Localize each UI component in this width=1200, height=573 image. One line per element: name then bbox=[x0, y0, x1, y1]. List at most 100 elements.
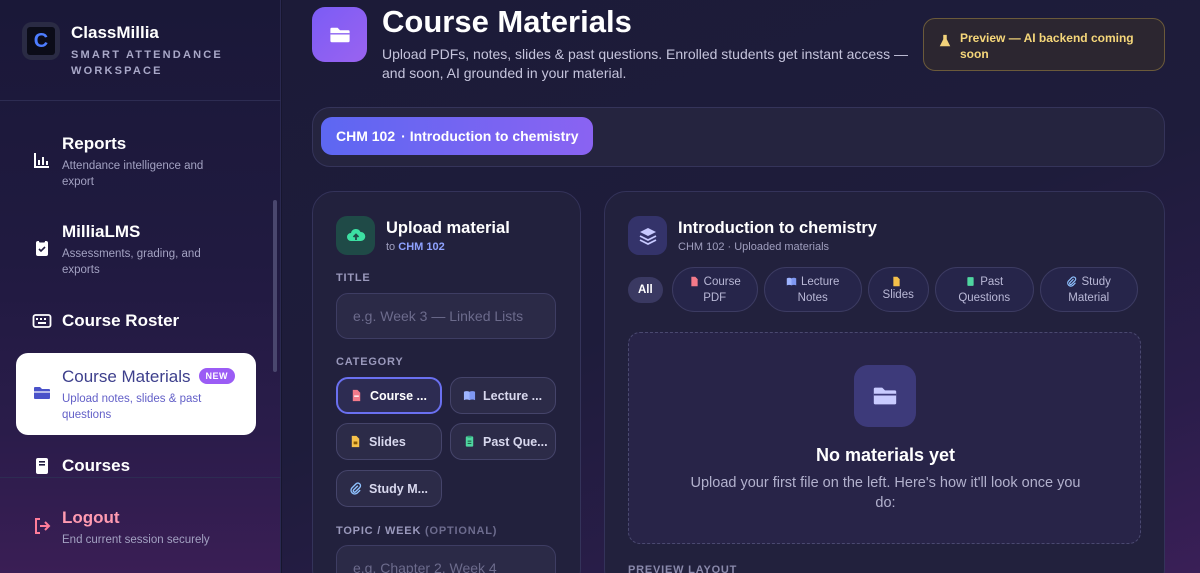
brand[interactable]: C ClassMillia SMART ATTENDANCE WORKSPACE bbox=[22, 22, 231, 79]
materials-subtitle: CHM 102 · Uploaded materials bbox=[678, 240, 830, 253]
filter-label-line2: Slides bbox=[882, 289, 914, 301]
category-slides[interactable]: Slides bbox=[336, 423, 442, 460]
new-badge: NEW bbox=[198, 368, 235, 384]
page-subtitle: Upload PDFs, notes, slides & past questi… bbox=[382, 46, 909, 81]
filter-label-line2: Questions bbox=[958, 291, 1011, 304]
topic-optional-text: (OPTIONAL) bbox=[425, 525, 498, 537]
paperclip-icon bbox=[350, 482, 362, 495]
sidebar: C ClassMillia SMART ATTENDANCE WORKSPACE… bbox=[0, 0, 281, 573]
filter-slides[interactable]: Slides bbox=[867, 267, 929, 312]
filter-label-line2: Material bbox=[1068, 291, 1110, 304]
materials-title: Introduction to chemistry bbox=[678, 218, 877, 237]
filter-label-line2: Notes bbox=[797, 291, 828, 304]
logout-button[interactable]: Logout End current session securely bbox=[16, 508, 256, 548]
upload-target: to CHM 102 bbox=[386, 241, 510, 253]
category-past-questions[interactable]: Past Que... bbox=[450, 423, 556, 460]
category-label-text: Course ... bbox=[370, 388, 427, 403]
sidebar-item-desc: Attendance intelligence and export bbox=[62, 160, 204, 188]
upload-target-course: CHM 102 bbox=[398, 240, 445, 253]
preview-layout-label: PREVIEW LAYOUT bbox=[628, 564, 738, 573]
clipboard-icon bbox=[36, 239, 48, 256]
book-icon bbox=[36, 458, 48, 474]
sidebar-item-desc: Assessments, grading, and exports bbox=[62, 248, 201, 276]
course-chip-code: CHM 102 bbox=[336, 128, 396, 144]
logout-desc: End current session securely bbox=[62, 534, 210, 546]
question-doc-icon bbox=[967, 277, 974, 286]
filter-lecture-notes[interactable]: Lecture Notes bbox=[763, 267, 862, 312]
sidebar-item-desc: Upload notes, slides & past questions bbox=[62, 393, 202, 421]
title-input[interactable] bbox=[336, 293, 556, 339]
sidebar-scrollbar[interactable] bbox=[273, 200, 277, 372]
category-study-material[interactable]: Study M... bbox=[336, 470, 442, 507]
material-filters: All Course PDF Lecture Notes Slides Past… bbox=[628, 267, 1144, 312]
slides-icon bbox=[351, 435, 360, 448]
course-chip[interactable]: CHM 102 · Introduction to chemistry bbox=[321, 117, 594, 155]
sidebar-item-course-roster[interactable]: Course Roster bbox=[16, 311, 256, 331]
brand-logo: C bbox=[22, 22, 60, 60]
logout-label: Logout bbox=[62, 508, 120, 527]
filter-label-line1: Past bbox=[980, 275, 1004, 288]
category-label-text: Slides bbox=[369, 434, 406, 449]
bar-chart-icon bbox=[34, 153, 49, 168]
title-label: TITLE bbox=[336, 272, 371, 284]
question-doc-icon bbox=[465, 435, 474, 447]
pdf-icon bbox=[352, 389, 361, 402]
topic-label: TOPIC / WEEK (OPTIONAL) bbox=[336, 525, 497, 537]
upload-target-prefix: to bbox=[386, 240, 396, 253]
filter-label-line2: PDF bbox=[703, 291, 727, 304]
filter-label-line1: Study bbox=[1081, 275, 1111, 288]
preview-badge-text: Preview — AI backend coming soon bbox=[960, 31, 1134, 61]
layers-icon bbox=[628, 216, 667, 255]
course-chip-name: · Introduction to chemistry bbox=[401, 128, 579, 144]
topic-input[interactable] bbox=[336, 545, 556, 573]
topic-label-text: TOPIC / WEEK bbox=[336, 525, 422, 537]
empty-state-title: No materials yet bbox=[815, 445, 956, 465]
upload-title: Upload material bbox=[386, 218, 510, 237]
filter-past-questions[interactable]: Past Questions bbox=[934, 267, 1034, 312]
keyboard-icon bbox=[32, 314, 52, 328]
folder-icon bbox=[312, 7, 367, 62]
pdf-icon bbox=[691, 276, 698, 287]
logout-icon bbox=[35, 518, 51, 534]
filter-study-material[interactable]: Study Material bbox=[1039, 267, 1138, 312]
empty-state: No materials yet Upload your first file … bbox=[628, 332, 1141, 544]
sidebar-divider bbox=[0, 477, 281, 478]
sidebar-item-course-materials[interactable]: Course Materials NEW Upload notes, slides… bbox=[16, 353, 256, 435]
course-selector-bar: CHM 102 · Introduction to chemistry bbox=[312, 107, 1165, 167]
preview-badge: Preview — AI backend coming soon bbox=[923, 18, 1165, 71]
sidebar-item-label-text: Course Materials bbox=[62, 367, 191, 386]
sidebar-divider bbox=[0, 100, 281, 101]
category-lecture-notes[interactable]: Lecture ... bbox=[450, 377, 556, 414]
filter-all[interactable]: All bbox=[628, 276, 663, 303]
sidebar-item-millialms[interactable]: MilliaLMS Assessments, grading, and expo… bbox=[16, 222, 256, 278]
upload-card: Upload material to CHM 102 TITLE CATEGOR… bbox=[312, 191, 581, 573]
open-book-icon bbox=[786, 277, 797, 286]
empty-state-text: Upload your first file on the left. Here… bbox=[690, 475, 1081, 511]
folder-icon bbox=[854, 365, 916, 427]
filter-course-pdf[interactable]: Course PDF bbox=[671, 267, 758, 312]
paperclip-icon bbox=[1067, 276, 1077, 287]
brand-subtitle: SMART ATTENDANCE WORKSPACE bbox=[71, 49, 223, 77]
category-label: CATEGORY bbox=[336, 356, 404, 368]
category-course-pdf[interactable]: Course ... bbox=[336, 377, 442, 414]
sidebar-item-label: Course Materials NEW bbox=[62, 367, 235, 387]
materials-card: Introduction to chemistry CHM 102 · Uplo… bbox=[604, 191, 1165, 573]
flask-icon bbox=[939, 34, 951, 47]
folder-icon bbox=[34, 387, 50, 399]
page-title: Course Materials bbox=[382, 4, 632, 39]
sidebar-item-label: Reports bbox=[62, 134, 127, 153]
sidebar-item-reports[interactable]: Reports Attendance intelligence and expo… bbox=[16, 134, 256, 190]
category-label-text: Past Que... bbox=[483, 434, 548, 449]
sidebar-item-label: Courses bbox=[62, 456, 131, 475]
filter-label-line1: Lecture bbox=[801, 275, 840, 288]
sidebar-item-courses[interactable]: Courses bbox=[16, 456, 256, 476]
filter-label-line1: Course bbox=[703, 275, 741, 288]
brand-name: ClassMillia bbox=[71, 23, 159, 42]
main-content: Course Materials Upload PDFs, notes, sli… bbox=[282, 0, 1200, 573]
brand-logo-mark: C bbox=[27, 27, 55, 55]
sidebar-item-label: MilliaLMS bbox=[62, 222, 141, 241]
cloud-upload-icon bbox=[336, 216, 375, 255]
open-book-icon bbox=[463, 391, 476, 401]
category-label-text: Study M... bbox=[369, 481, 429, 496]
category-label-text: Lecture ... bbox=[483, 388, 543, 403]
